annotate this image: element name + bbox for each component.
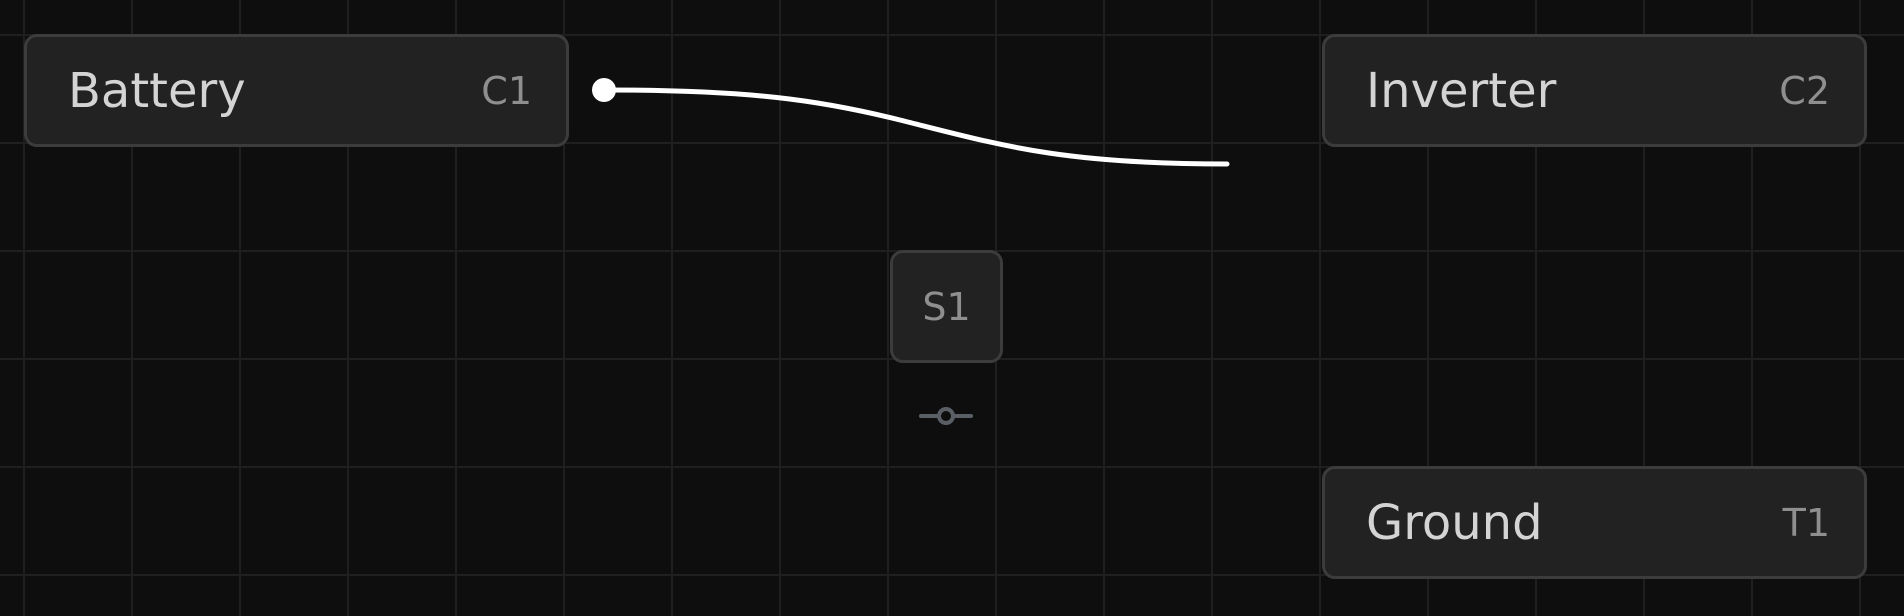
wire-start-port[interactable] (592, 78, 616, 102)
battery-node[interactable]: Battery C1 (24, 34, 569, 147)
switch-node-tag: S1 (922, 284, 971, 329)
battery-node-tag: C1 (481, 68, 532, 113)
ground-node[interactable]: Ground T1 (1322, 466, 1867, 579)
inverter-node-tag: C2 (1779, 68, 1830, 113)
ground-node-tag: T1 (1782, 500, 1830, 545)
inverter-node-label: Inverter (1366, 62, 1557, 119)
switch-handle-icon[interactable] (918, 404, 974, 428)
battery-node-label: Battery (68, 62, 246, 119)
switch-node[interactable]: S1 (890, 250, 1003, 363)
inverter-node[interactable]: Inverter C2 (1322, 34, 1867, 147)
wire-connection[interactable] (601, 87, 1230, 167)
schematic-canvas[interactable]: Battery C1 Inverter C2 Ground T1 S1 (0, 0, 1904, 616)
ground-node-label: Ground (1366, 494, 1543, 551)
